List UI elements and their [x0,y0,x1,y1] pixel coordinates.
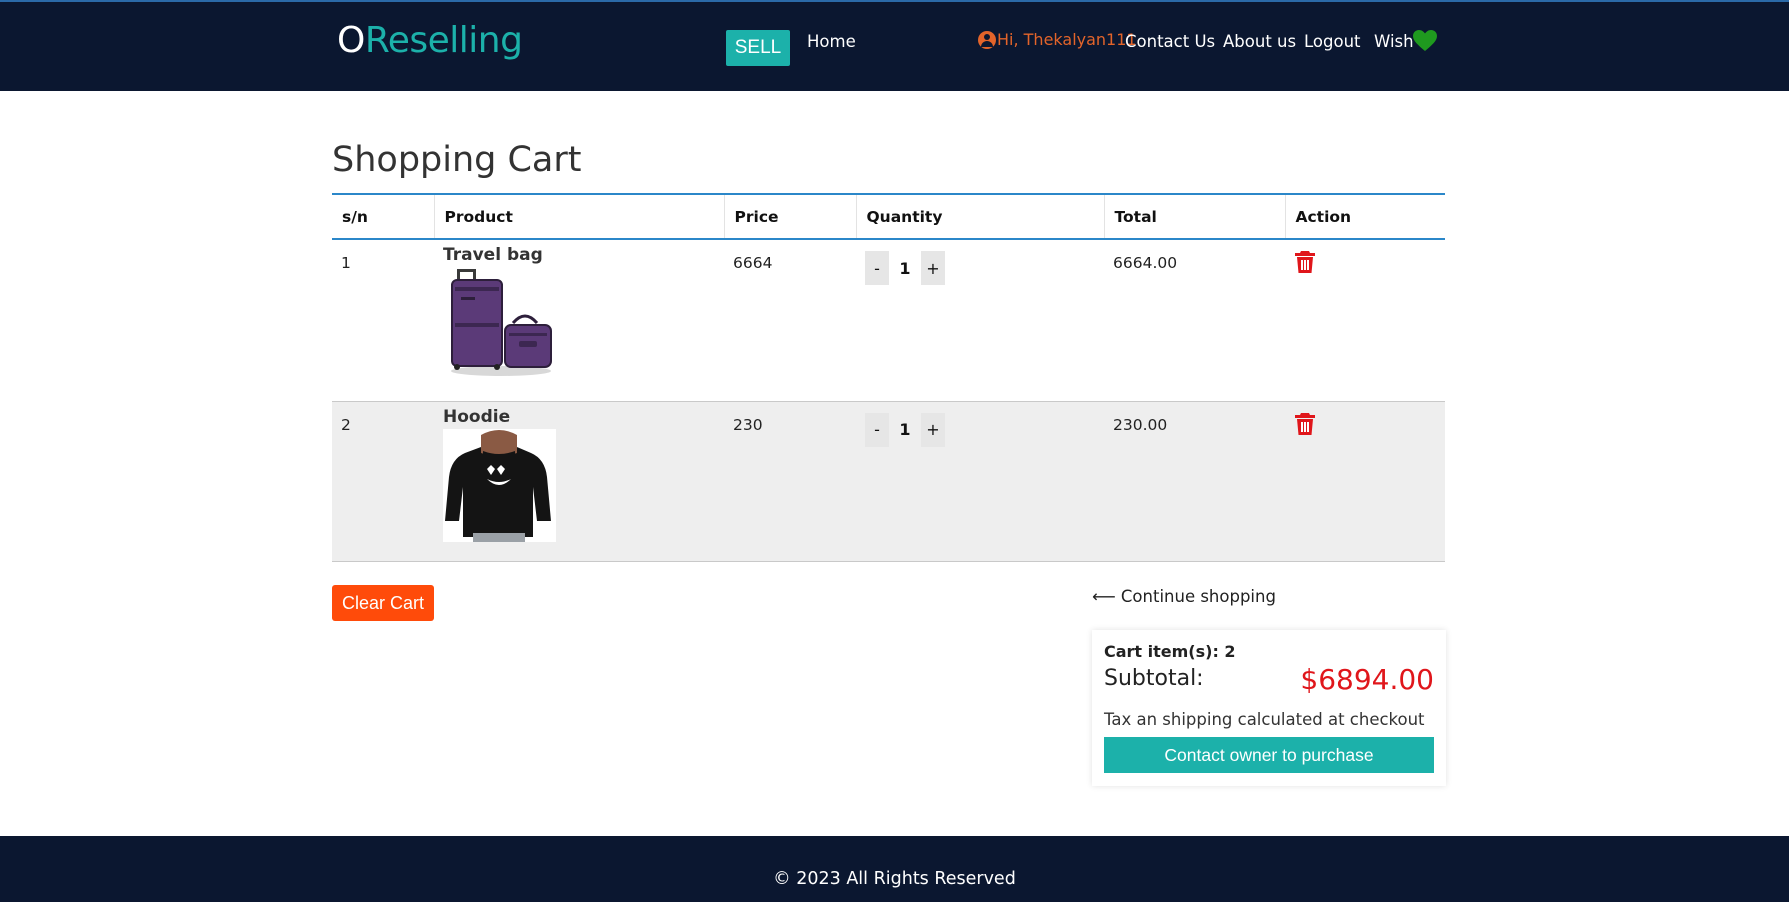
nav-contact-link[interactable]: Contact Us [1125,32,1215,51]
table-row: 1 Travel bag 6664 - 1 + 6664.00 [332,239,1445,402]
product-name[interactable]: Travel bag [443,245,724,265]
product-name[interactable]: Hoodie [443,407,724,427]
nav-logout-link[interactable]: Logout [1304,32,1361,51]
quantity-cell: - 1 + [856,239,1104,402]
quantity-value: 1 [899,258,911,278]
nav-home-link[interactable]: Home [807,32,856,51]
subtotal-value: $6894.00 [1300,663,1434,696]
column-header-total: Total [1104,193,1286,240]
cart-table: s/n Product Price Quantity Total Action … [332,193,1445,562]
product-cell: Hoodie [434,401,724,562]
page-title: Shopping Cart [332,140,582,180]
subtotal-label: Subtotal: [1104,666,1204,691]
row-sn: 1 [332,239,434,402]
user-circle-icon [978,30,996,49]
column-header-quantity: Quantity [856,193,1105,240]
cart-summary-card: Cart item(s): 2 Subtotal: $6894.00 Tax a… [1092,630,1446,786]
site-logo[interactable]: OReselling [337,20,523,61]
action-cell [1285,401,1445,562]
row-sn: 2 [332,401,434,562]
increase-quantity-button[interactable]: + [921,251,945,285]
product-cell: Travel bag [434,239,724,402]
top-navbar: OReselling SELL Home Hi, Thekalyan111 Co… [0,0,1789,91]
footer: © 2023 All Rights Reserved [0,836,1789,902]
trash-icon[interactable] [1294,412,1316,436]
travel-bag-image[interactable] [443,267,556,380]
logo-letter-o: O [337,20,365,61]
quantity-value: 1 [899,420,911,439]
row-total: 230.00 [1104,401,1285,562]
quantity-stepper: - 1 + [865,412,1104,447]
logo-text: Reselling [364,20,523,61]
column-header-price: Price [724,193,857,240]
user-greeting[interactable]: Hi, Thekalyan111 [978,30,1137,49]
action-cell [1285,239,1445,402]
row-price: 6664 [724,239,856,402]
contact-owner-button[interactable]: Contact owner to purchase [1104,737,1434,773]
decrease-quantity-button[interactable]: - [865,412,889,447]
column-header-product: Product [434,193,725,240]
table-header-row: s/n Product Price Quantity Total Action [332,193,1445,240]
row-total: 6664.00 [1104,239,1285,402]
continue-shopping-link[interactable]: ⟵ Continue shopping [1092,587,1276,606]
table-row: 2 Hoodie 230 - 1 + 230.00 [332,401,1445,562]
cart-items-count: Cart item(s): 2 [1104,642,1236,661]
nav-wish-link[interactable]: Wish [1374,32,1414,51]
trash-icon[interactable] [1294,250,1316,274]
clear-cart-button[interactable]: Clear Cart [332,585,434,621]
quantity-stepper: - 1 + [865,251,1104,285]
copyright-text: © 2023 All Rights Reserved [773,869,1016,889]
nav-about-link[interactable]: About us [1223,32,1296,51]
greeting-text: Hi, Thekalyan111 [997,30,1137,49]
column-header-action: Action [1285,193,1445,240]
row-price: 230 [724,401,856,562]
column-header-sn: s/n [332,193,435,240]
sell-button[interactable]: SELL [726,30,790,66]
quantity-cell: - 1 + [856,401,1104,562]
increase-quantity-button[interactable]: + [921,412,945,447]
hoodie-image[interactable] [443,428,556,542]
tax-note: Tax an shipping calculated at checkout [1104,710,1425,729]
heart-icon[interactable] [1412,30,1438,52]
decrease-quantity-button[interactable]: - [865,251,889,285]
